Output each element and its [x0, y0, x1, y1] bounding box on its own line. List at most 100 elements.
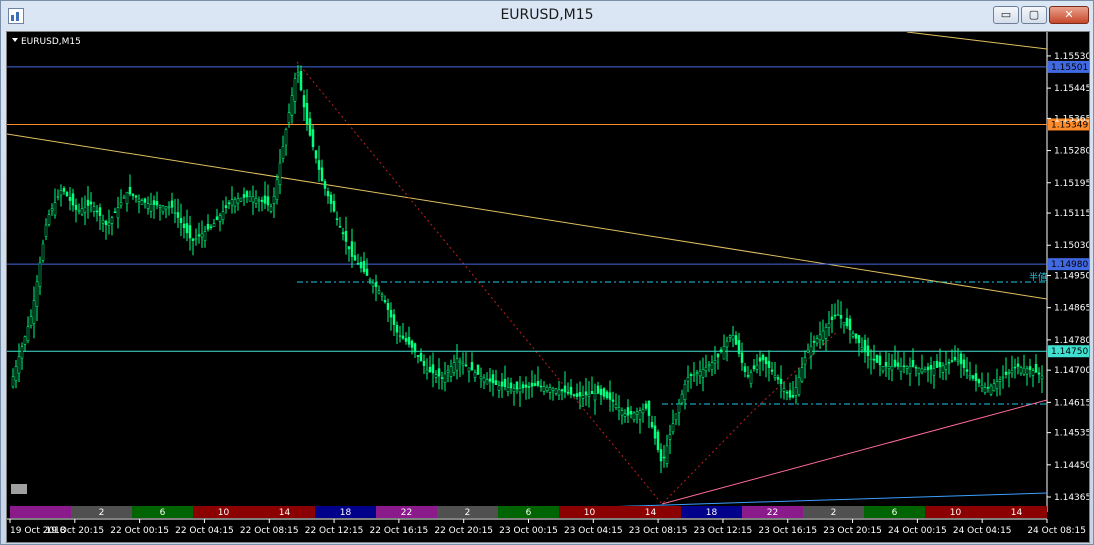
candle: [77, 203, 81, 215]
y-tick-label: 1.14365: [1054, 493, 1089, 503]
candle: [359, 256, 363, 273]
candle-body: [17, 356, 21, 374]
candle: [431, 352, 435, 388]
candle: [662, 444, 666, 468]
candle: [794, 374, 798, 405]
candle-body: [392, 314, 396, 325]
candle: [509, 377, 513, 394]
x-tick-label: 22 Oct 16:15: [370, 526, 429, 536]
candle-body: [257, 199, 261, 202]
candle-body: [635, 411, 639, 415]
candle-body: [821, 330, 825, 341]
candle: [719, 347, 723, 354]
candle: [896, 351, 900, 370]
candle-body: [233, 198, 237, 207]
candle: [419, 348, 423, 362]
candle-body: [602, 388, 606, 397]
candle: [755, 354, 759, 374]
candle-body: [104, 220, 108, 226]
candle-body: [497, 385, 501, 391]
x-tick-label: 22 Oct 04:15: [175, 526, 234, 536]
candle-body: [578, 392, 582, 397]
candle: [410, 339, 414, 355]
candle: [401, 322, 405, 340]
candle: [659, 443, 663, 474]
candle: [611, 391, 615, 412]
candle-body: [605, 391, 609, 399]
candle: [110, 215, 114, 236]
candle: [107, 209, 111, 235]
candle: [1034, 354, 1038, 373]
candle-body: [398, 335, 402, 337]
candle: [140, 198, 144, 205]
candle: [44, 218, 48, 241]
candle: [113, 207, 117, 214]
candle-body: [1031, 370, 1035, 376]
candle-body: [794, 387, 798, 396]
candle: [191, 237, 195, 256]
candle: [17, 343, 21, 382]
candle: [149, 192, 153, 219]
candle: [842, 321, 846, 334]
candle-body: [779, 378, 783, 385]
y-tick-label: 1.14780: [1054, 336, 1089, 346]
candle: [782, 382, 786, 400]
candle-body: [758, 357, 762, 362]
candle-body: [902, 365, 906, 367]
candle-body: [44, 224, 48, 237]
chart-area[interactable]: EURUSD,M15 半値 1.15501 1.15349 1.14980 1.14750…: [6, 31, 1090, 543]
candle-body: [98, 207, 102, 216]
candle: [773, 361, 777, 381]
candle: [1028, 358, 1032, 378]
candle-body: [812, 341, 816, 343]
candle: [326, 187, 330, 204]
candle-body: [947, 362, 951, 364]
candle: [791, 381, 795, 399]
candle-body: [851, 333, 855, 337]
candle: [653, 416, 657, 445]
candle: [1004, 357, 1008, 379]
candle: [560, 388, 564, 401]
close-button[interactable]: ✕: [1049, 6, 1089, 24]
candle-body: [887, 366, 891, 369]
candle-body: [122, 197, 126, 199]
maximize-button[interactable]: ▢: [1021, 6, 1047, 24]
candle-body: [14, 366, 18, 381]
y-tick-label: 1.14535: [1054, 429, 1089, 439]
candle-body: [881, 366, 885, 372]
candle-body: [131, 193, 135, 196]
candle-body: [686, 376, 690, 382]
candle-body: [344, 231, 348, 242]
candle: [869, 349, 873, 375]
candle: [461, 352, 465, 375]
candle-body: [1034, 363, 1038, 373]
candle-body: [590, 391, 594, 395]
candle: [11, 368, 15, 389]
candle: [767, 350, 771, 382]
candle: [38, 256, 42, 295]
candle: [506, 377, 510, 397]
candle-body: [623, 413, 627, 417]
candle: [776, 374, 780, 385]
candle: [752, 359, 756, 372]
candle: [836, 299, 840, 317]
candle-body: [341, 232, 345, 235]
price-chart[interactable]: EURUSD,M15半値1.155011.153491.149801.14750…: [7, 32, 1089, 542]
candle-body: [161, 205, 165, 213]
candle-body: [74, 204, 78, 210]
candle: [992, 379, 996, 392]
candle: [125, 191, 129, 212]
candle-body: [689, 374, 693, 376]
title-bar[interactable]: EURUSD,M15 ▭ ▢ ✕: [1, 1, 1093, 31]
candle: [257, 196, 261, 212]
candle: [563, 371, 567, 399]
candle-body: [38, 262, 42, 287]
candle-body: [641, 409, 645, 414]
candle-body: [620, 410, 624, 416]
candle-body: [119, 202, 123, 206]
candle-body: [491, 374, 495, 384]
minimize-button[interactable]: ▭: [993, 6, 1019, 24]
y-tick-label: 1.15115: [1054, 209, 1089, 219]
candle-body: [803, 357, 807, 365]
candle-body: [401, 335, 405, 339]
